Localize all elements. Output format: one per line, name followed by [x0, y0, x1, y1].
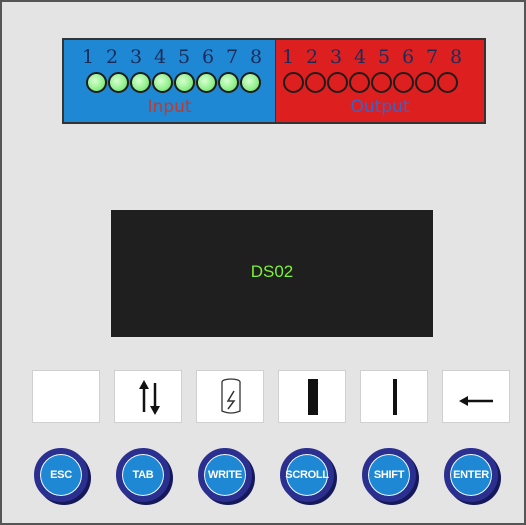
- output-led-6: [393, 72, 414, 93]
- input-led-7: [218, 72, 239, 93]
- output-led-1: [283, 72, 304, 93]
- up-down-key[interactable]: [114, 370, 182, 423]
- output-led-8: [437, 72, 458, 93]
- display-text: DS02: [250, 262, 294, 281]
- input-label: Input: [147, 97, 192, 117]
- enter-button-label: ENTER: [453, 469, 489, 481]
- shift-button[interactable]: SHIFT: [362, 448, 416, 502]
- write-memory-icon: [221, 378, 241, 414]
- input-led-8: [240, 72, 261, 93]
- write-button-label: WRITE: [208, 469, 242, 481]
- output-number-5: 5: [377, 46, 391, 68]
- input-led-1: [86, 72, 107, 93]
- enter-arrow-icon: [459, 396, 493, 406]
- input-led-3: [130, 72, 151, 93]
- output-number-6: 6: [401, 46, 415, 68]
- up-down-arrows-icon: [139, 380, 160, 415]
- shift-button-label: SHIFT: [373, 469, 405, 481]
- input-number-6: 6: [201, 46, 215, 68]
- blank-key[interactable]: [32, 370, 100, 423]
- output-number-8: 8: [449, 46, 463, 68]
- thin-bar-icon: [393, 379, 397, 415]
- tab-button[interactable]: TAB: [116, 448, 170, 502]
- esc-button[interactable]: ESC: [34, 448, 88, 502]
- input-number-4: 4: [153, 46, 167, 68]
- output-section: 1 2 3 4 5 6 7 8 Output: [276, 40, 484, 122]
- write-memory-key[interactable]: [196, 370, 264, 423]
- output-label: Output: [350, 97, 410, 117]
- input-led-4: [152, 72, 173, 93]
- output-led-5: [371, 72, 392, 93]
- output-number-3: 3: [329, 46, 343, 68]
- input-number-8: 8: [249, 46, 263, 68]
- input-led-6: [196, 72, 217, 93]
- input-number-7: 7: [225, 46, 239, 68]
- input-section: 1 2 3 4 5 6 7 8 Input: [64, 40, 276, 122]
- input-number-1: 1: [81, 46, 95, 68]
- output-led-3: [327, 72, 348, 93]
- scroll-button-label: SCROLL: [285, 469, 329, 481]
- input-number-2: 2: [105, 46, 119, 68]
- device-panel: 1 2 3 4 5 6 7 8 Input 1 2 3 4 5 6 7 8 Ou…: [0, 0, 526, 525]
- output-number-4: 4: [353, 46, 367, 68]
- output-led-4: [349, 72, 370, 93]
- thin-bar-key[interactable]: [360, 370, 428, 423]
- input-number-3: 3: [129, 46, 143, 68]
- thick-bar-key[interactable]: [278, 370, 346, 423]
- input-number-5: 5: [177, 46, 191, 68]
- thick-bar-icon: [308, 379, 318, 415]
- output-led-2: [305, 72, 326, 93]
- output-led-7: [415, 72, 436, 93]
- input-led-2: [108, 72, 129, 93]
- enter-button[interactable]: ENTER: [444, 448, 498, 502]
- output-number-1: 1: [281, 46, 295, 68]
- output-number-7: 7: [425, 46, 439, 68]
- lcd-display: DS02: [111, 210, 433, 337]
- tab-button-label: TAB: [132, 469, 154, 481]
- scroll-button[interactable]: SCROLL: [280, 448, 334, 502]
- enter-arrow-key[interactable]: [442, 370, 510, 423]
- esc-button-label: ESC: [50, 469, 72, 481]
- input-led-5: [174, 72, 195, 93]
- io-status-panel: 1 2 3 4 5 6 7 8 Input 1 2 3 4 5 6 7 8 Ou…: [62, 38, 486, 124]
- write-button[interactable]: WRITE: [198, 448, 252, 502]
- output-number-2: 2: [305, 46, 319, 68]
